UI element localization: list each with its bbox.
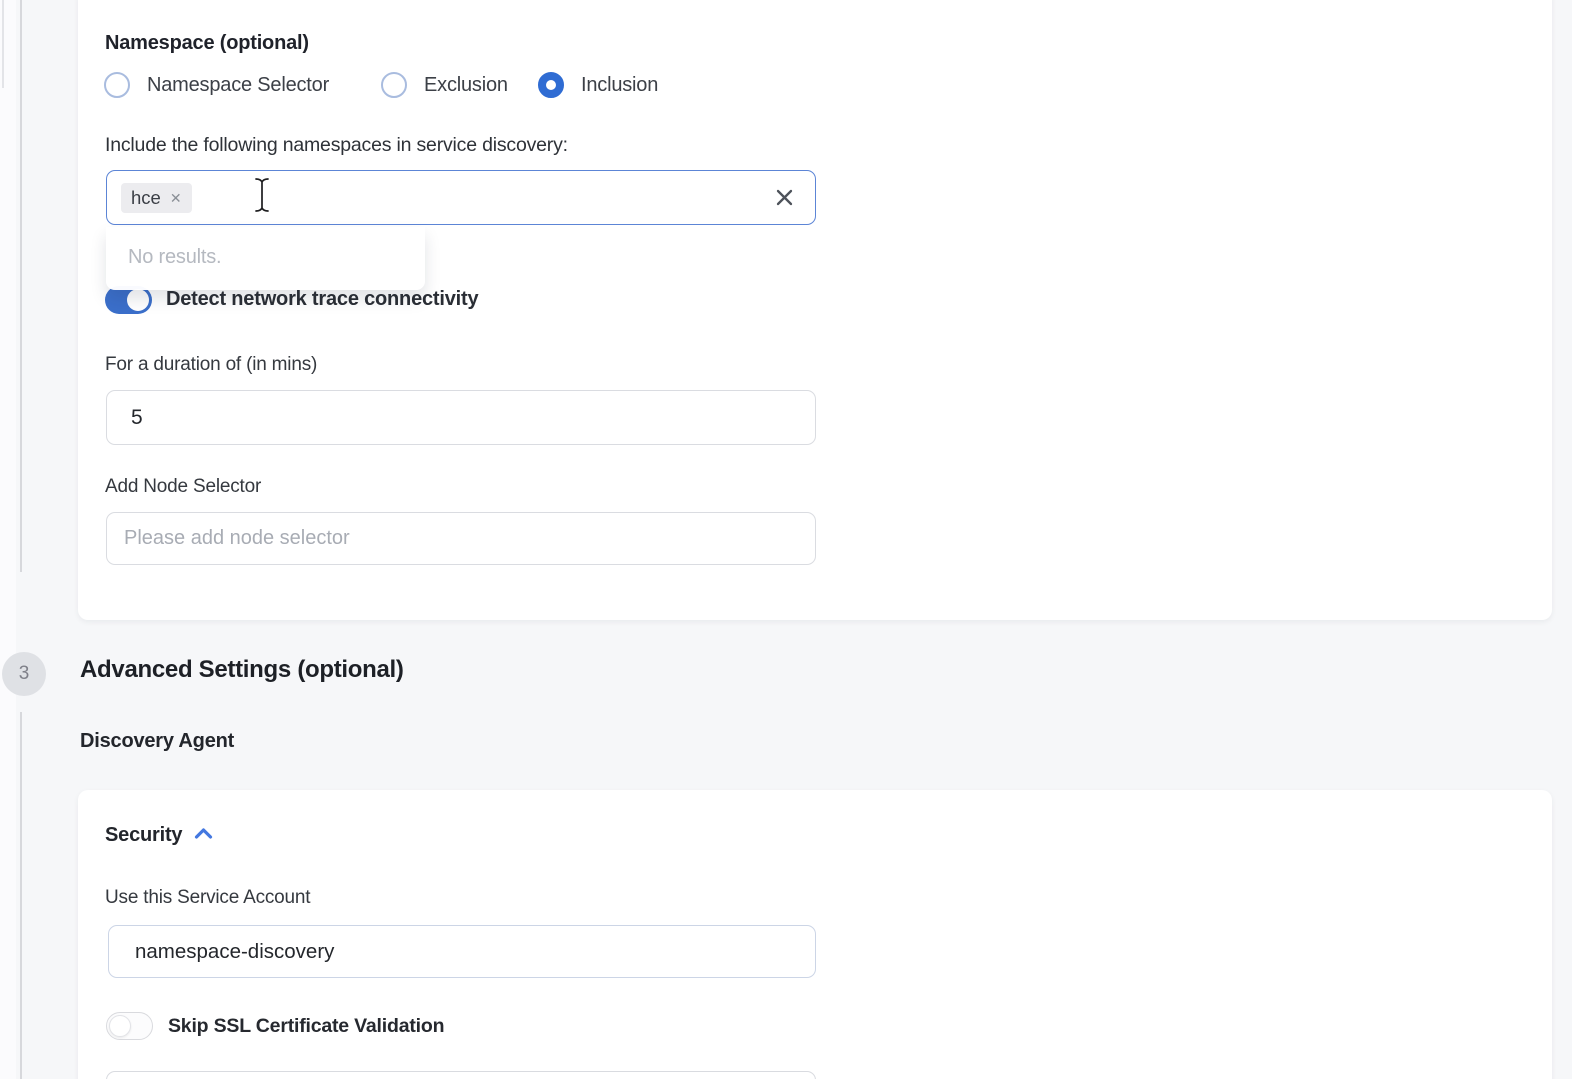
radio-label: Namespace Selector xyxy=(147,74,329,97)
remove-tag-icon[interactable]: ✕ xyxy=(170,191,182,205)
service-account-label: Use this Service Account xyxy=(105,887,310,909)
radio-label: Exclusion xyxy=(424,74,508,97)
node-selector-label: Add Node Selector xyxy=(105,476,261,498)
node-selector-input[interactable] xyxy=(106,512,816,565)
detect-network-trace-label: Detect network trace connectivity xyxy=(166,288,478,311)
detect-network-trace-toggle[interactable] xyxy=(105,286,152,314)
stepper-connector-top xyxy=(20,0,22,572)
stepper-connector-bottom xyxy=(20,712,22,1079)
security-section-header[interactable]: Security xyxy=(105,824,213,847)
toggle-knob xyxy=(109,1015,131,1037)
service-account-input[interactable] xyxy=(108,925,816,978)
next-field-partial-input[interactable] xyxy=(106,1071,816,1079)
duration-label: For a duration of (in mins) xyxy=(105,354,317,376)
namespace-tag-chip: hce ✕ xyxy=(121,183,192,213)
toggle-knob xyxy=(127,289,149,311)
namespace-section-title: Namespace (optional) xyxy=(105,32,309,55)
tag-text: hce xyxy=(131,187,161,209)
duration-input[interactable] xyxy=(106,390,816,445)
include-namespaces-label: Include the following namespaces in serv… xyxy=(105,134,568,157)
discovery-setup-form: Namespace (optional) Namespace Selector … xyxy=(0,0,1572,1079)
skip-ssl-toggle[interactable] xyxy=(106,1012,153,1040)
no-results-message: No results. xyxy=(128,246,425,269)
security-title: Security xyxy=(105,824,182,847)
namespace-multiselect-input[interactable]: hce ✕ xyxy=(106,170,816,225)
skip-ssl-label: Skip SSL Certificate Validation xyxy=(168,1015,444,1038)
left-gutter xyxy=(0,0,16,1079)
step-number-badge: 3 xyxy=(2,652,46,696)
discovery-agent-subtitle: Discovery Agent xyxy=(80,730,234,753)
chevron-up-icon[interactable] xyxy=(194,827,213,845)
radio-circle-icon[interactable] xyxy=(104,72,130,98)
radio-selected-icon[interactable] xyxy=(538,72,564,98)
radio-inclusion[interactable]: Inclusion xyxy=(538,71,658,99)
radio-exclusion[interactable]: Exclusion xyxy=(381,71,508,99)
radio-label: Inclusion xyxy=(581,74,658,97)
advanced-settings-title: Advanced Settings (optional) xyxy=(80,656,404,684)
namespace-suggestions-dropdown: No results. xyxy=(106,227,425,290)
text-cursor-icon xyxy=(254,177,270,218)
left-edge-line xyxy=(2,0,4,88)
radio-namespace-selector[interactable]: Namespace Selector xyxy=(104,71,329,99)
clear-input-icon[interactable] xyxy=(774,187,795,213)
radio-circle-icon[interactable] xyxy=(381,72,407,98)
